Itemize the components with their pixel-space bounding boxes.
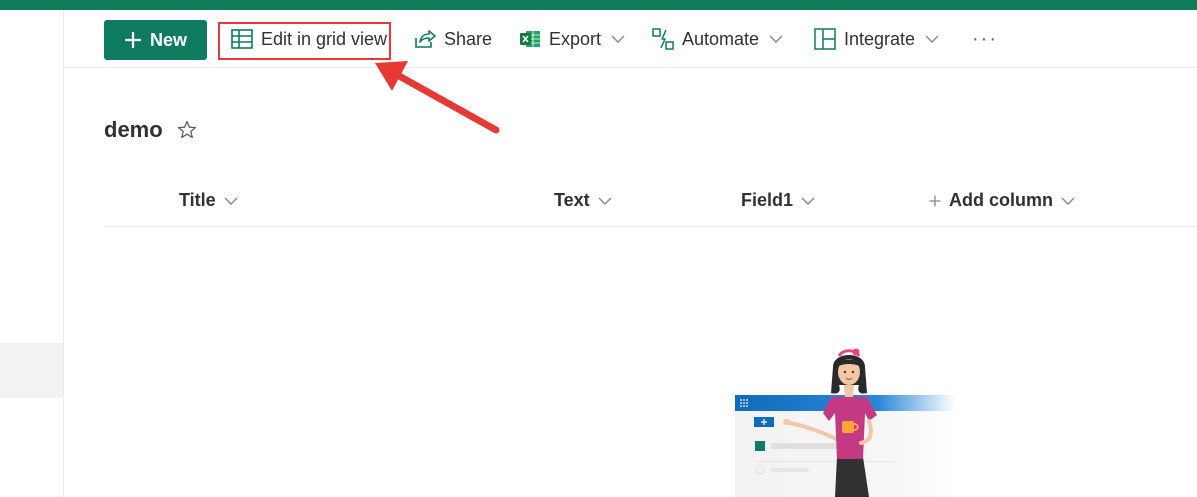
- share-button[interactable]: Share: [414, 23, 492, 55]
- empty-list-illustration: [735, 348, 955, 497]
- add-column-label: Add column: [949, 190, 1053, 210]
- column-header-title[interactable]: Title: [179, 190, 238, 211]
- automate-button[interactable]: Automate: [652, 23, 783, 55]
- suite-bar: [0, 0, 1197, 10]
- plus-icon: [929, 195, 941, 206]
- chevron-down-icon: [801, 197, 815, 205]
- list-title: demo: [104, 117, 163, 142]
- chevron-down-icon: [224, 197, 238, 205]
- export-button[interactable]: Export: [519, 23, 625, 55]
- column-header-text[interactable]: Text: [554, 190, 612, 211]
- list-header: demo: [104, 117, 197, 143]
- export-label: Export: [549, 28, 602, 49]
- new-button-label: New: [149, 29, 187, 50]
- integrate-label: Integrate: [844, 28, 916, 49]
- chevron-down-icon: [598, 197, 612, 205]
- share-label: Share: [444, 28, 493, 49]
- chevron-down-icon: [769, 35, 783, 43]
- plus-icon: [124, 32, 141, 48]
- add-column-button[interactable]: Add column: [929, 190, 1075, 211]
- column-header-text-label: Text: [554, 190, 590, 210]
- chevron-down-icon: [1061, 197, 1075, 205]
- highlight-box: [218, 22, 391, 60]
- left-nav-rail: [0, 10, 64, 497]
- excel-icon: [520, 31, 540, 47]
- integrate-icon: [814, 28, 836, 50]
- column-header-field1[interactable]: Field1: [741, 190, 815, 211]
- chevron-down-icon: [611, 35, 625, 43]
- command-bar: New Edit in grid view Share Export Autom…: [64, 10, 1197, 68]
- chevron-down-icon: [925, 35, 939, 43]
- flow-icon: [652, 28, 674, 50]
- annotation-arrow: [375, 61, 500, 134]
- column-header-row: Title Text Field1 Add column: [104, 184, 1197, 227]
- more-options-button[interactable]: ···: [972, 23, 998, 55]
- left-nav-selected-item[interactable]: [0, 343, 63, 398]
- column-header-field1-label: Field1: [741, 190, 794, 210]
- column-header-title-label: Title: [179, 190, 216, 210]
- share-icon: [415, 30, 436, 48]
- integrate-button[interactable]: Integrate: [814, 23, 939, 55]
- new-button[interactable]: New: [104, 20, 207, 60]
- star-outline-icon[interactable]: [177, 120, 197, 140]
- automate-label: Automate: [682, 28, 760, 49]
